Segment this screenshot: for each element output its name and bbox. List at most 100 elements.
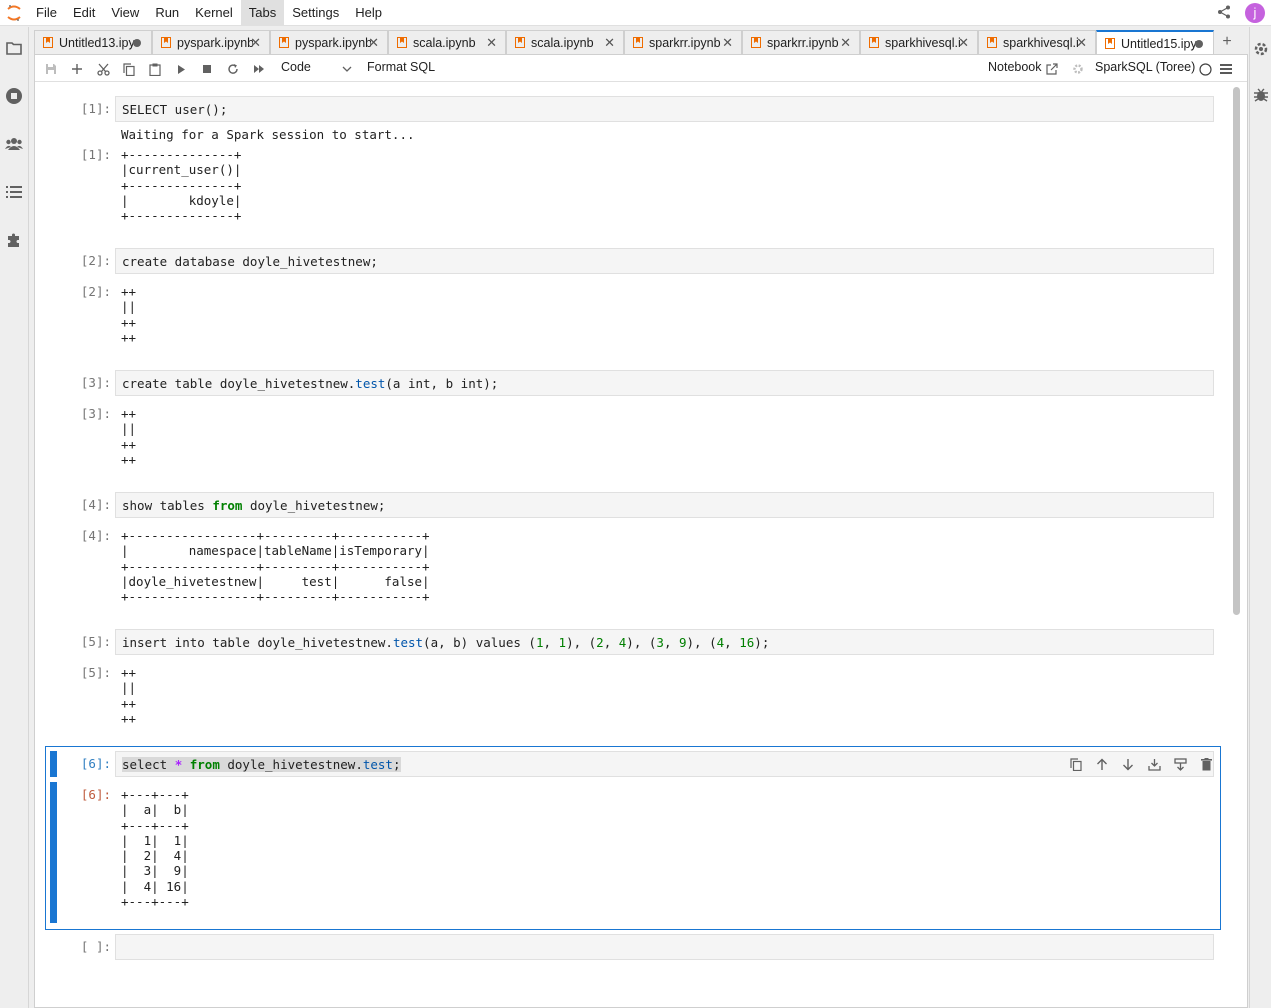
tab-pyspark-1[interactable]: pyspark.ipynb ✕ (152, 30, 270, 54)
copy-icon[interactable] (119, 59, 139, 79)
code-punct: , (543, 635, 559, 650)
tab-sparkrr-2[interactable]: sparkrr.ipynb ✕ (742, 30, 860, 54)
extension-manager-icon[interactable] (5, 231, 23, 249)
format-sql-button[interactable]: Format SQL (367, 60, 435, 74)
chevron-down-icon[interactable] (337, 59, 357, 79)
code-cell-input[interactable]: show tables from doyle_hivetestnew; (115, 492, 1214, 518)
duplicate-cell-icon[interactable] (1067, 755, 1085, 773)
running-sessions-icon[interactable] (5, 87, 23, 105)
close-icon[interactable]: ✕ (1076, 35, 1087, 51)
unsaved-dot-icon[interactable] (1195, 40, 1203, 48)
code-punct: ), ( (686, 635, 717, 650)
jupyter-logo-icon[interactable] (0, 0, 28, 26)
insert-below-icon[interactable] (1171, 755, 1189, 773)
input-prompt: [4]: (80, 497, 111, 512)
kernel-settings-gear-icon[interactable] (1068, 59, 1088, 79)
code-cell-input[interactable]: create table doyle_hivetestnew.test(a in… (115, 370, 1214, 396)
code-text: select (122, 757, 175, 772)
output-prompt: [6]: (80, 787, 111, 802)
move-down-icon[interactable] (1119, 755, 1137, 773)
tab-sparkhivesql-1[interactable]: sparkhivesql.ipynb ✕ (860, 30, 978, 54)
tab-sparkrr-1[interactable]: sparkrr.ipynb ✕ (624, 30, 742, 54)
input-prompt: [5]: (80, 634, 111, 649)
external-link-icon[interactable] (1042, 59, 1062, 79)
close-icon[interactable]: ✕ (250, 35, 261, 51)
menu-help[interactable]: Help (347, 0, 390, 26)
code-punct: , (663, 635, 679, 650)
tab-scala-2[interactable]: scala.ipynb ✕ (506, 30, 624, 54)
user-avatar[interactable]: j (1245, 3, 1265, 23)
table-of-contents-icon[interactable] (5, 183, 23, 201)
kernel-name[interactable]: SparkSQL (Toree) (1095, 60, 1195, 74)
output-prompt: [4]: (80, 528, 111, 543)
restart-run-all-icon[interactable] (249, 59, 269, 79)
code-punct: ), ( (566, 635, 597, 650)
restart-kernel-icon[interactable] (223, 59, 243, 79)
menu-kernel[interactable]: Kernel (187, 0, 241, 26)
output-prompt: [1]: (80, 147, 111, 162)
code-text: doyle_hivetestnew; (242, 498, 386, 513)
menu-hamburger-icon[interactable] (1216, 59, 1236, 79)
code-text: create table doyle_hivetestnew. (122, 376, 356, 391)
code-cell-input[interactable]: create database doyle_hivetestnew; (115, 248, 1214, 274)
tab-label: scala.ipynb (531, 35, 594, 50)
insert-above-icon[interactable] (1145, 755, 1163, 773)
collaborators-icon[interactable] (5, 135, 23, 153)
cut-icon[interactable] (93, 59, 113, 79)
tab-untitled15[interactable]: Untitled15.ipynb (1096, 30, 1214, 55)
selected-code: select * from doyle_hivetestnew.test; (122, 757, 401, 772)
menu-file[interactable]: File (28, 0, 65, 26)
close-icon[interactable]: ✕ (368, 35, 379, 51)
move-up-icon[interactable] (1093, 755, 1111, 773)
run-icon[interactable] (171, 59, 191, 79)
code-number: 1 (558, 635, 567, 650)
code-punct: ), ( (626, 635, 657, 650)
menu-tabs[interactable]: Tabs (240, 0, 285, 26)
save-icon[interactable] (41, 59, 61, 79)
output-collapser[interactable] (50, 782, 57, 923)
cell-output: +-----------------+---------+-----------… (121, 528, 430, 605)
menu-run[interactable]: Run (147, 0, 187, 26)
menu-view[interactable]: View (103, 0, 147, 26)
code-property: test (392, 635, 424, 650)
close-icon[interactable]: ✕ (486, 35, 497, 51)
property-inspector-icon[interactable] (1253, 41, 1269, 60)
delete-cell-icon[interactable] (1197, 755, 1215, 773)
code-cell-input[interactable]: insert into table doyle_hivetestnew.test… (115, 629, 1214, 655)
insert-cell-plus-icon[interactable] (67, 59, 87, 79)
menu-settings[interactable]: Settings (284, 0, 347, 26)
input-collapser[interactable] (50, 751, 57, 777)
notebook-scrollbar[interactable] (1233, 87, 1240, 615)
new-launcher-plus-icon[interactable]: + (1214, 30, 1240, 54)
debugger-icon[interactable] (1253, 87, 1269, 106)
code-cell-input[interactable]: select * from doyle_hivetestnew.test; (115, 751, 1214, 777)
output-prompt: [2]: (80, 284, 111, 299)
cell-type-select[interactable]: Code (281, 60, 311, 74)
close-icon[interactable]: ✕ (722, 35, 733, 51)
file-browser-icon[interactable] (5, 39, 23, 57)
output-prompt: [5]: (80, 665, 111, 680)
tab-label: Untitled15.ipynb (1121, 36, 1197, 51)
stop-icon[interactable] (197, 59, 217, 79)
close-icon[interactable]: ✕ (840, 35, 851, 51)
tab-label: pyspark.ipynb (295, 35, 371, 50)
tab-pyspark-2[interactable]: pyspark.ipynb ✕ (270, 30, 388, 54)
tab-sparkhivesql-2[interactable]: sparkhivesql.ipynb ✕ (978, 30, 1096, 54)
code-number: 16 (739, 635, 755, 650)
code-cell-input[interactable]: SELECT user(); (115, 96, 1214, 122)
close-icon[interactable]: ✕ (958, 35, 969, 51)
tab-untitled13[interactable]: Untitled13.ipynb (34, 30, 152, 54)
empty-code-cell-input[interactable] (115, 934, 1214, 960)
open-notebook-button[interactable]: Notebook (988, 60, 1042, 74)
paste-icon[interactable] (145, 59, 165, 79)
code-number: 9 (679, 635, 687, 650)
notebook-icon (515, 37, 525, 48)
input-prompt: [3]: (80, 375, 111, 390)
code-text: ; (392, 757, 401, 772)
close-icon[interactable]: ✕ (604, 35, 615, 51)
unsaved-dot-icon[interactable] (133, 39, 141, 47)
tab-scala-1[interactable]: scala.ipynb ✕ (388, 30, 506, 54)
menu-edit[interactable]: Edit (65, 0, 103, 26)
share-icon[interactable] (1217, 5, 1231, 22)
notebook-icon (869, 37, 879, 48)
